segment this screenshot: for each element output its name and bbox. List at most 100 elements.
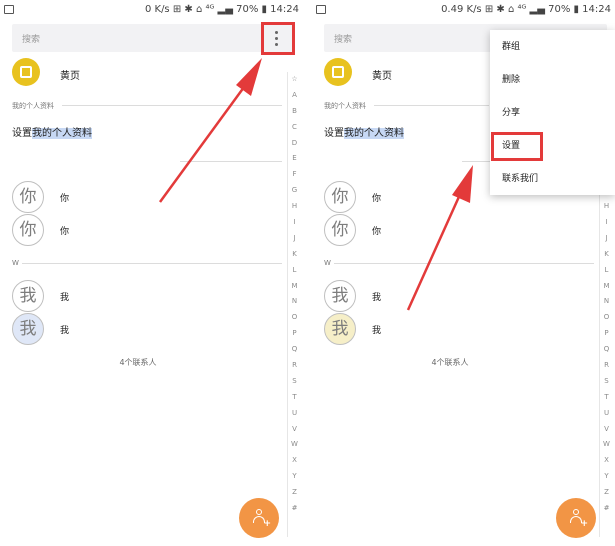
index-letter[interactable]: T — [600, 390, 613, 406]
index-letter[interactable]: X — [600, 453, 613, 469]
gallery-icon — [4, 5, 14, 14]
menu-item-contact-us[interactable]: 联系我们 — [490, 164, 615, 194]
gallery-icon — [316, 5, 326, 14]
index-letter[interactable]: X — [288, 453, 301, 469]
add-contact-button[interactable]: + — [556, 498, 596, 538]
contact-row[interactable]: 我 我 — [12, 280, 212, 312]
yellow-pages-icon — [324, 58, 352, 86]
profile-highlight: 我的个人资料 — [32, 128, 92, 139]
index-letter[interactable]: W — [600, 437, 613, 453]
settings-highlight-box — [491, 132, 543, 161]
profile-prefix: 设置 — [12, 128, 32, 139]
status-text: 0 K/s ⊞ ✱ ⌂ ⁴ᴳ ▂▄ 70% ▮ 14:24 — [144, 4, 299, 15]
index-letter[interactable]: W — [288, 437, 301, 453]
add-contact-button[interactable]: + — [239, 498, 279, 538]
contact-name: 你 — [60, 227, 70, 237]
index-letter[interactable]: V — [600, 422, 613, 438]
contact-row[interactable]: 你 你 — [324, 214, 524, 246]
set-profile-link[interactable]: 设置我的个人资料 — [12, 124, 92, 139]
contact-row[interactable]: 我 我 — [324, 280, 524, 312]
yellow-pages-row[interactable]: 黄页 — [12, 58, 282, 88]
contact-row[interactable]: 你 你 — [12, 214, 212, 246]
index-letter[interactable]: D — [288, 136, 301, 152]
index-letter[interactable]: I — [600, 215, 613, 231]
index-letter[interactable]: H — [600, 199, 613, 215]
index-letter[interactable]: ☆ — [288, 72, 301, 88]
index-letter[interactable]: G — [288, 183, 301, 199]
contact-row[interactable]: 我 我 — [324, 313, 524, 345]
contact-avatar: 你 — [324, 181, 356, 213]
divider — [22, 263, 282, 264]
menu-item-groups[interactable]: 群组 — [490, 32, 615, 62]
contact-name: 你 — [60, 194, 70, 204]
index-letter[interactable]: R — [600, 358, 613, 374]
contact-avatar: 我 — [324, 313, 356, 345]
index-letter[interactable]: O — [288, 310, 301, 326]
index-letter[interactable]: U — [288, 406, 301, 422]
index-letter[interactable]: N — [288, 294, 301, 310]
plus-icon: + — [263, 519, 271, 529]
index-letter[interactable]: E — [288, 151, 301, 167]
yellow-pages-icon — [12, 58, 40, 86]
index-letter[interactable]: Q — [600, 342, 613, 358]
index-letter[interactable]: V — [288, 422, 301, 438]
profile-highlight: 我的个人资料 — [344, 128, 404, 139]
divider — [180, 161, 282, 162]
index-letter[interactable]: S — [288, 374, 301, 390]
index-letter[interactable]: F — [288, 167, 301, 183]
index-letter[interactable]: Q — [288, 342, 301, 358]
search-placeholder: 搜索 — [22, 35, 41, 45]
search-placeholder: 搜索 — [334, 35, 353, 45]
index-letter[interactable]: L — [600, 263, 613, 279]
contact-row[interactable]: 你 你 — [12, 181, 212, 213]
menu-item-delete[interactable]: 删除 — [490, 65, 615, 95]
index-letter[interactable]: C — [288, 120, 301, 136]
index-letter[interactable]: U — [600, 406, 613, 422]
index-letter[interactable]: # — [288, 501, 301, 517]
index-letter[interactable]: M — [288, 279, 301, 295]
index-letter[interactable]: Y — [288, 469, 301, 485]
index-letter[interactable]: J — [600, 231, 613, 247]
index-letter[interactable]: K — [600, 247, 613, 263]
contact-avatar: 你 — [12, 181, 44, 213]
index-letter[interactable]: # — [600, 501, 613, 517]
profile-section-header: 我的个人资料 — [324, 102, 366, 110]
alphabet-index[interactable]: ☆ A B C D E F G H I J K L M N O P Q R S … — [287, 72, 301, 537]
index-letter[interactable]: T — [288, 390, 301, 406]
index-letter[interactable]: H — [288, 199, 301, 215]
index-letter[interactable]: M — [600, 279, 613, 295]
index-letter[interactable]: Z — [600, 485, 613, 501]
search-input[interactable]: 搜索 — [12, 24, 295, 52]
yellow-pages-label: 黄页 — [372, 71, 392, 82]
plus-icon: + — [580, 519, 588, 529]
contact-name: 我 — [372, 326, 382, 336]
profile-prefix: 设置 — [324, 128, 344, 139]
menu-item-share[interactable]: 分享 — [490, 98, 615, 128]
right-screenshot: 0.49 K/s ⊞ ✱ ⌂ ⁴ᴳ ▂▄ 70% ▮ 14:24 搜索 黄页 我… — [312, 0, 615, 546]
index-letter[interactable]: J — [288, 231, 301, 247]
index-letter[interactable]: B — [288, 104, 301, 120]
left-screenshot: 0 K/s ⊞ ✱ ⌂ ⁴ᴳ ▂▄ 70% ▮ 14:24 搜索 黄页 我的个人… — [0, 0, 303, 546]
index-letter[interactable]: N — [600, 294, 613, 310]
index-letter[interactable]: Y — [600, 469, 613, 485]
index-letter[interactable]: P — [600, 326, 613, 342]
set-profile-link[interactable]: 设置我的个人资料 — [324, 124, 404, 139]
contact-name: 我 — [60, 293, 70, 303]
contact-count: 4个联系人 — [431, 358, 469, 367]
contact-row[interactable]: 我 我 — [12, 313, 212, 345]
overflow-menu: 群组 删除 分享 设置 联系我们 — [490, 30, 615, 195]
index-letter[interactable]: K — [288, 247, 301, 263]
index-letter[interactable]: R — [288, 358, 301, 374]
index-letter[interactable]: L — [288, 263, 301, 279]
index-letter[interactable]: P — [288, 326, 301, 342]
index-letter[interactable]: Z — [288, 485, 301, 501]
section-header-w: W — [12, 259, 19, 267]
index-letter[interactable]: I — [288, 215, 301, 231]
contact-avatar: 你 — [12, 214, 44, 246]
contact-name: 我 — [372, 293, 382, 303]
yellow-pages-label: 黄页 — [60, 71, 80, 82]
index-letter[interactable]: O — [600, 310, 613, 326]
index-letter[interactable]: S — [600, 374, 613, 390]
menu-highlight-box — [261, 22, 295, 55]
index-letter[interactable]: A — [288, 88, 301, 104]
